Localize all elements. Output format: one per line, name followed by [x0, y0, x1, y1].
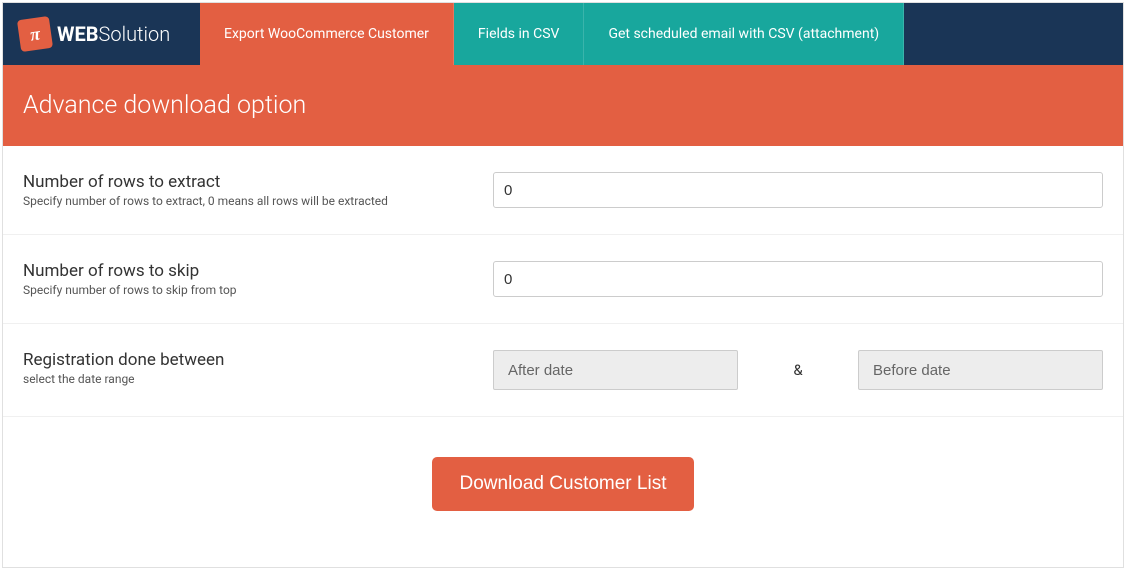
input-col: [493, 261, 1103, 297]
nav-spacer: [904, 3, 1123, 65]
content-area: Advance download option Number of rows t…: [3, 65, 1123, 541]
rows-skip-input[interactable]: [493, 261, 1103, 297]
page-title: Advance download option: [23, 91, 306, 120]
field-description: select the date range: [23, 372, 493, 386]
tab-label: Get scheduled email with CSV (attachment…: [608, 26, 879, 42]
input-col: [493, 172, 1103, 208]
field-date-range: Registration done between select the dat…: [3, 324, 1123, 417]
logo-text: WEBSolution: [57, 22, 170, 46]
field-description: Specify number of rows to extract, 0 mea…: [23, 194, 493, 208]
after-date-input[interactable]: [493, 350, 738, 390]
before-date-input[interactable]: [858, 350, 1103, 390]
label-col: Number of rows to skip Specify number of…: [23, 261, 493, 297]
logo: π WEBSolution: [3, 3, 200, 65]
tab-export-customer[interactable]: Export WooCommerce Customer: [200, 3, 454, 65]
tab-label: Fields in CSV: [478, 26, 560, 42]
rows-extract-input[interactable]: [493, 172, 1103, 208]
page-title-banner: Advance download option: [3, 65, 1123, 146]
button-row: Download Customer List: [3, 417, 1123, 541]
field-description: Specify number of rows to skip from top: [23, 283, 493, 297]
field-rows-skip: Number of rows to skip Specify number of…: [3, 235, 1123, 324]
date-separator: &: [738, 361, 858, 379]
label-col: Registration done between select the dat…: [23, 350, 493, 390]
tab-scheduled-email[interactable]: Get scheduled email with CSV (attachment…: [584, 3, 904, 65]
form-area: Number of rows to extract Specify number…: [3, 146, 1123, 541]
download-customer-list-button[interactable]: Download Customer List: [432, 457, 695, 511]
tab-label: Export WooCommerce Customer: [224, 26, 429, 42]
field-rows-extract: Number of rows to extract Specify number…: [3, 146, 1123, 235]
field-label: Number of rows to extract: [23, 172, 493, 192]
field-label: Number of rows to skip: [23, 261, 493, 281]
date-range-inputs: &: [493, 350, 1103, 390]
field-label: Registration done between: [23, 350, 493, 370]
label-col: Number of rows to extract Specify number…: [23, 172, 493, 208]
pi-logo-icon: π: [17, 16, 53, 52]
tab-fields-csv[interactable]: Fields in CSV: [454, 3, 585, 65]
header-nav: π WEBSolution Export WooCommerce Custome…: [3, 3, 1123, 65]
